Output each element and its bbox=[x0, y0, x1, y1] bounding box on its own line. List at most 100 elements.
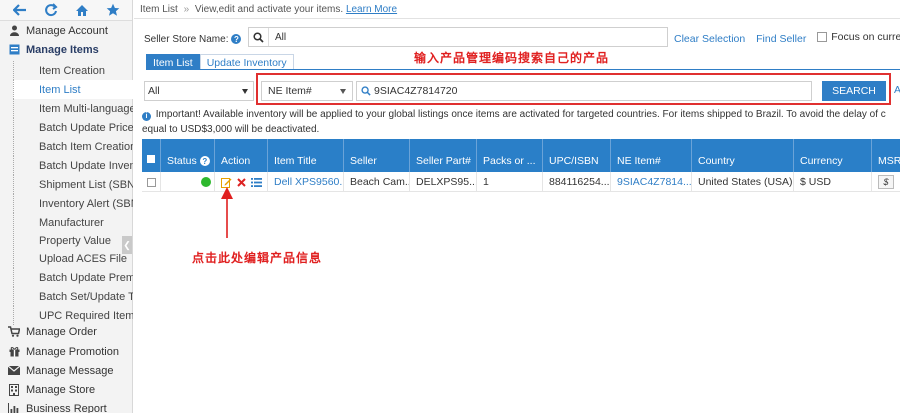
sidebar-item-inventory-alert[interactable]: Inventory Alert (SBN... bbox=[13, 194, 133, 213]
breadcrumb-divider bbox=[134, 18, 900, 19]
sidebar-nav-icons bbox=[0, 0, 132, 21]
notice-text: i Important! Available inventory will be… bbox=[142, 107, 898, 137]
sidebar-item-item-multi-language[interactable]: Item Multi-language ... bbox=[13, 99, 133, 118]
bar-chart-icon bbox=[8, 403, 20, 413]
column-header-packs[interactable]: Packs or ... bbox=[477, 139, 543, 172]
search-button[interactable]: SEARCH bbox=[822, 81, 886, 101]
column-header-item-title[interactable]: Item Title bbox=[268, 139, 344, 172]
column-label: Packs or ... bbox=[483, 155, 536, 167]
checkbox-box[interactable] bbox=[147, 155, 155, 163]
item-title-cell: Dell XPS9560... bbox=[268, 172, 344, 192]
star-icon[interactable] bbox=[103, 1, 123, 19]
help-icon[interactable]: ? bbox=[231, 34, 242, 44]
search-input-value: 9SIAC4Z7814720 bbox=[374, 85, 458, 97]
column-label: Status bbox=[167, 155, 197, 167]
checkbox-box[interactable] bbox=[147, 177, 156, 187]
sidebar-item-manufacturer[interactable]: Manufacturer bbox=[13, 213, 133, 232]
refresh-icon[interactable] bbox=[41, 1, 61, 19]
home-icon[interactable] bbox=[72, 1, 92, 19]
column-header-seller[interactable]: Seller bbox=[344, 139, 410, 172]
column-header-upc[interactable]: UPC/ISBN bbox=[543, 139, 611, 172]
list-details-icon[interactable] bbox=[251, 177, 262, 188]
sidebar-item-business-report[interactable]: Business Report bbox=[0, 399, 133, 413]
learn-more-link[interactable]: Learn More bbox=[346, 4, 397, 15]
store-actions: Clear Selection Find Seller Focus on cur… bbox=[674, 31, 900, 45]
sidebar-item-item-list[interactable]: Item List bbox=[13, 80, 133, 99]
sidebar-item-label: Batch Item Creation... bbox=[39, 140, 133, 153]
delete-icon[interactable] bbox=[236, 177, 247, 188]
sidebar-item-label: Item List bbox=[39, 83, 81, 96]
column-header-status[interactable]: Status ? bbox=[161, 139, 215, 172]
tab-update-inventory[interactable]: Update Inventory bbox=[199, 54, 294, 70]
sidebar-item-batch-update-premium[interactable]: Batch Update Premi... bbox=[13, 268, 133, 287]
row-checkbox[interactable] bbox=[142, 172, 161, 192]
annotation-arrow-icon bbox=[221, 187, 233, 238]
column-header-action: Action bbox=[215, 139, 268, 172]
column-label: UPC/ISBN bbox=[549, 155, 599, 167]
sidebar-item-label: Manage Store bbox=[26, 383, 96, 396]
item-title-link[interactable]: Dell XPS9560... bbox=[274, 176, 343, 188]
search-field-select[interactable]: NE Item# bbox=[261, 81, 353, 101]
status-active-indicator bbox=[201, 177, 211, 187]
column-header-currency[interactable]: Currency bbox=[794, 139, 872, 172]
column-header-country[interactable]: Country bbox=[692, 139, 794, 172]
breadcrumb: Item List » View,edit and activate your … bbox=[140, 4, 397, 15]
msrp-edit-button[interactable]: $ bbox=[878, 175, 894, 189]
search-icon[interactable] bbox=[249, 28, 269, 46]
find-seller-link[interactable]: Find Seller bbox=[756, 33, 806, 45]
advanced-search-link[interactable]: A bbox=[894, 84, 900, 96]
sidebar-item-property-value[interactable]: Property Value bbox=[13, 231, 133, 250]
column-header-msrp[interactable]: MSR bbox=[872, 139, 900, 172]
sidebar-item-upload-aces-file[interactable]: Upload ACES File bbox=[13, 249, 133, 268]
back-arrow-icon[interactable] bbox=[10, 1, 30, 19]
column-header-seller-part[interactable]: Seller Part# bbox=[410, 139, 477, 172]
select-all-checkbox[interactable] bbox=[142, 139, 161, 172]
sidebar-item-batch-set-update[interactable]: Batch Set/Update T... bbox=[13, 287, 133, 306]
sidebar-item-label: Manage Items bbox=[26, 43, 99, 56]
sidebar-item-label: Batch Set/Update T... bbox=[39, 290, 133, 303]
seller-store-input[interactable]: All bbox=[248, 27, 668, 47]
ne-item-link[interactable]: 9SIAC4Z7814... bbox=[617, 176, 691, 188]
column-header-ne-item[interactable]: NE Item# bbox=[611, 139, 692, 172]
tab-item-list[interactable]: Item List bbox=[146, 54, 200, 70]
sidebar-item-manage-items[interactable]: Manage Items bbox=[0, 40, 133, 59]
annotation-search-hint: 输入产品管理编码搜索自己的产品 bbox=[414, 51, 610, 65]
sidebar-item-manage-order[interactable]: Manage Order bbox=[0, 322, 133, 341]
caret-down-icon bbox=[340, 89, 346, 94]
currency-cell: $ USD bbox=[794, 172, 872, 192]
chevron-left-icon: ❮ bbox=[123, 239, 131, 250]
sidebar-collapse-handle[interactable]: ❮ bbox=[122, 236, 132, 254]
search-icon bbox=[361, 86, 371, 96]
user-icon bbox=[8, 25, 20, 37]
sidebar-item-label: Inventory Alert (SBN... bbox=[39, 197, 133, 210]
filter-select[interactable]: All bbox=[144, 81, 254, 101]
sidebar-item-shipment-list[interactable]: Shipment List (SBN ... bbox=[13, 175, 133, 194]
checkbox-box[interactable] bbox=[817, 32, 828, 42]
sidebar-item-manage-message[interactable]: Manage Message bbox=[0, 361, 133, 380]
search-input[interactable]: 9SIAC4Z7814720 bbox=[356, 81, 812, 101]
info-icon: i bbox=[142, 112, 151, 121]
cart-icon bbox=[8, 326, 20, 338]
sidebar-item-manage-promotion[interactable]: Manage Promotion bbox=[0, 342, 133, 361]
sidebar-item-batch-update-inventory[interactable]: Batch Update Invent... bbox=[13, 156, 133, 175]
sidebar-item-label: Manage Account bbox=[26, 24, 108, 37]
sidebar-item-item-creation[interactable]: Item Creation bbox=[13, 61, 133, 80]
envelope-icon bbox=[8, 365, 20, 377]
table-header: Status ? Action Item Title Seller Seller… bbox=[142, 139, 900, 172]
packs-cell: 1 bbox=[477, 172, 543, 192]
sidebar-item-label: Manage Order bbox=[26, 325, 97, 338]
active-arrow-icon bbox=[13, 85, 14, 93]
sidebar-item-manage-account[interactable]: Manage Account bbox=[0, 21, 133, 40]
seller-store-label: Seller Store Name: bbox=[144, 33, 229, 45]
sidebar-item-batch-item-creation[interactable]: Batch Item Creation... bbox=[13, 137, 133, 156]
sidebar-item-label: Shipment List (SBN ... bbox=[39, 178, 133, 191]
tab-underline bbox=[146, 69, 900, 70]
help-icon[interactable]: ? bbox=[199, 156, 210, 166]
sidebar-item-label: Manufacturer bbox=[39, 216, 104, 229]
focus-current-checkbox[interactable]: Focus on current bbox=[817, 31, 900, 43]
sidebar-item-batch-update-price[interactable]: Batch Update Price bbox=[13, 118, 133, 137]
clear-selection-link[interactable]: Clear Selection bbox=[674, 33, 745, 45]
sidebar-item-manage-store[interactable]: Manage Store bbox=[0, 380, 133, 399]
seller-cell: Beach Cam... bbox=[344, 172, 410, 192]
column-label: MSR bbox=[878, 155, 900, 167]
